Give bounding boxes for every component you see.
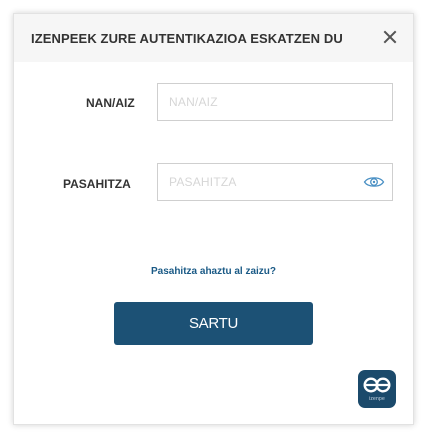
password-input[interactable] [157, 163, 393, 201]
dialog-header: IZENPEEK ZURE AUTENTIKAZIOA ESKATZEN DU [14, 14, 413, 62]
username-input[interactable] [157, 83, 393, 121]
logo-glyph-icon [363, 377, 391, 393]
eye-icon[interactable] [363, 174, 385, 190]
izenpe-logo: izenpe [358, 370, 396, 408]
dialog-title: IZENPEEK ZURE AUTENTIKAZIOA ESKATZEN DU [31, 31, 343, 46]
forgot-password-link[interactable]: Pasahitza ahaztu al zaizu? [14, 266, 413, 277]
auth-dialog: IZENPEEK ZURE AUTENTIKAZIOA ESKATZEN DU … [13, 13, 414, 425]
logo-text: izenpe [369, 396, 385, 402]
username-label: NAN/AIZ [86, 96, 135, 110]
submit-button[interactable]: SARTU [114, 302, 313, 345]
close-icon[interactable] [381, 28, 399, 46]
password-label: PASAHITZA [63, 177, 131, 191]
